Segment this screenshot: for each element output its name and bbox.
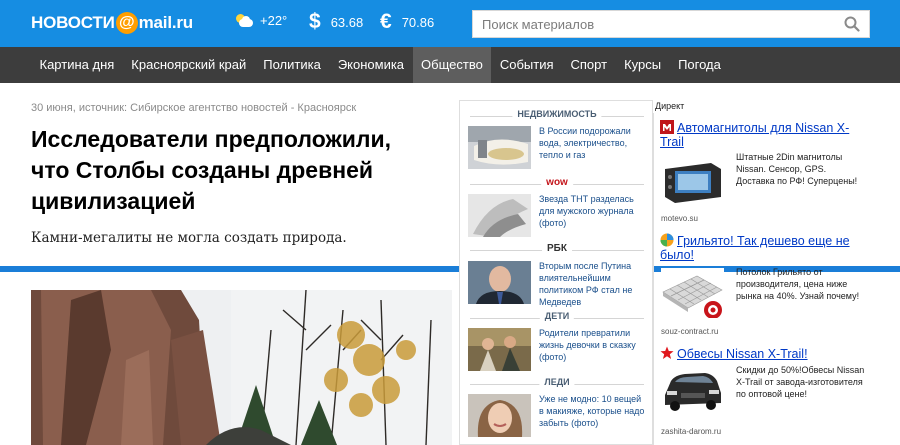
logo-at-icon: @: [115, 12, 138, 34]
ad-domain[interactable]: zashita-darom.ru: [661, 427, 721, 436]
wow-logo: wow: [541, 177, 573, 188]
article-photo: [31, 290, 452, 445]
news-title[interactable]: Родители превратили жизнь девочки в сказ…: [539, 327, 645, 363]
motevo-favicon-icon: [660, 120, 674, 134]
dollar-icon: $: [309, 10, 321, 33]
ad-image[interactable]: [661, 268, 724, 318]
logo-text: НОВОСТИ: [31, 13, 115, 32]
ad-title-link[interactable]: Автомагнитолы для Nissan X-Trail: [660, 120, 865, 149]
rbk-logo: РБК: [542, 243, 572, 254]
news-thumb: [468, 194, 531, 237]
stolby-rocks-image: [31, 290, 452, 445]
eur-value: 70.86: [401, 14, 435, 30]
logo-domain: mail.ru: [138, 13, 194, 32]
ad-domain[interactable]: motevo.su: [661, 214, 698, 223]
news-item[interactable]: Вторым после Путина влиятельнейшим полит…: [468, 261, 648, 309]
nav-item-politics[interactable]: Политика: [255, 47, 330, 83]
search-input[interactable]: [473, 11, 833, 37]
nav-items: Картина дня Красноярский край Политика Э…: [31, 47, 729, 83]
euro-icon: €: [380, 10, 392, 33]
nav-item-weather[interactable]: Погода: [670, 47, 730, 83]
nav-item-economy[interactable]: Экономика: [329, 47, 412, 83]
ad-title-link[interactable]: Обвесы Nissan X-Trail!: [660, 346, 865, 361]
nav-item-krasnoyarsk[interactable]: Красноярский край: [123, 47, 255, 83]
nav-item-sport[interactable]: Спорт: [562, 47, 616, 83]
ad-image[interactable]: [661, 365, 724, 415]
article-title: Исследователи предположили, что Столбы с…: [31, 126, 392, 214]
ad-text: Скидки до 50%!Обвесы Nissan X-Trail от з…: [736, 365, 865, 399]
star-favicon-icon: [660, 346, 674, 359]
news-item[interactable]: В России подорожали вода, электричество,…: [468, 126, 648, 174]
search-icon[interactable]: [844, 16, 860, 32]
logo[interactable]: НОВОСТИ @ mail.ru: [31, 10, 193, 36]
section-label-wow: wow: [460, 177, 654, 191]
news-title[interactable]: Уже не модно: 10 вещей в макияже, которы…: [539, 393, 645, 429]
souz-favicon-icon: [660, 233, 674, 247]
nav-item-society[interactable]: Общество: [412, 47, 492, 83]
section-label-realty: НЕДВИЖИМОСТЬ: [460, 109, 654, 123]
news-title[interactable]: Вторым после Путина влиятельнейшим полит…: [539, 260, 645, 308]
news-title[interactable]: В России подорожали вода, электричество,…: [539, 125, 645, 161]
usd-rate[interactable]: $ 63.68: [309, 10, 364, 33]
news-thumb: [468, 328, 531, 371]
news-teasers: НЕДВИЖИМОСТЬ В России подорожали вода, э…: [459, 100, 653, 445]
ad-image[interactable]: [661, 157, 724, 207]
ad-text: Потолок Грильято от производителя, цена …: [736, 267, 860, 301]
site-header: НОВОСТИ @ mail.ru +22° $ 63.68 € 70.86: [0, 0, 900, 47]
news-thumb: [468, 394, 531, 437]
section-label-lady: ЛЕДИ: [460, 377, 654, 391]
nav-item-kartina-dnya[interactable]: Картина дня: [31, 47, 123, 83]
article-meta: 30 июня, источник: Сибирское агентство н…: [31, 102, 357, 114]
article-lead: Камни-мегалиты не могла создать природа.: [31, 230, 347, 246]
weather-temperature: +22°: [260, 13, 288, 28]
section-label-kids: ДЕТИ: [460, 311, 654, 325]
direct-label: Директ: [655, 101, 685, 111]
nav-item-rates[interactable]: Курсы: [616, 47, 670, 83]
news-item[interactable]: Родители превратили жизнь девочки в сказ…: [468, 328, 648, 376]
news-title[interactable]: Звезда ТНТ разделась для мужского журнал…: [539, 193, 645, 229]
news-item[interactable]: Звезда ТНТ разделась для мужского журнал…: [468, 194, 648, 242]
section-label-rbk: РБК: [460, 243, 654, 257]
news-thumb: [468, 126, 531, 169]
ad-domain[interactable]: souz-contract.ru: [661, 327, 718, 336]
nav-item-events[interactable]: События: [491, 47, 562, 83]
news-thumb: [468, 261, 531, 304]
usd-value: 63.68: [330, 14, 364, 30]
weather-widget[interactable]: +22°: [236, 13, 287, 28]
partly-cloudy-icon: [236, 14, 253, 27]
news-item[interactable]: Уже не модно: 10 вещей в макияже, которы…: [468, 394, 648, 442]
ad-text: Штатные 2Din магнитолы Nissan. Сенсор, G…: [736, 152, 858, 186]
eur-rate[interactable]: € 70.86: [380, 10, 435, 33]
main-nav: Картина дня Красноярский край Политика Э…: [0, 47, 900, 83]
direct-ads: Автомагнитолы для Nissan X-Trail Штатные…: [653, 113, 870, 445]
search-box: [472, 10, 870, 38]
ad-title-link[interactable]: Грильято! Так дешево еще не было!: [660, 233, 865, 262]
